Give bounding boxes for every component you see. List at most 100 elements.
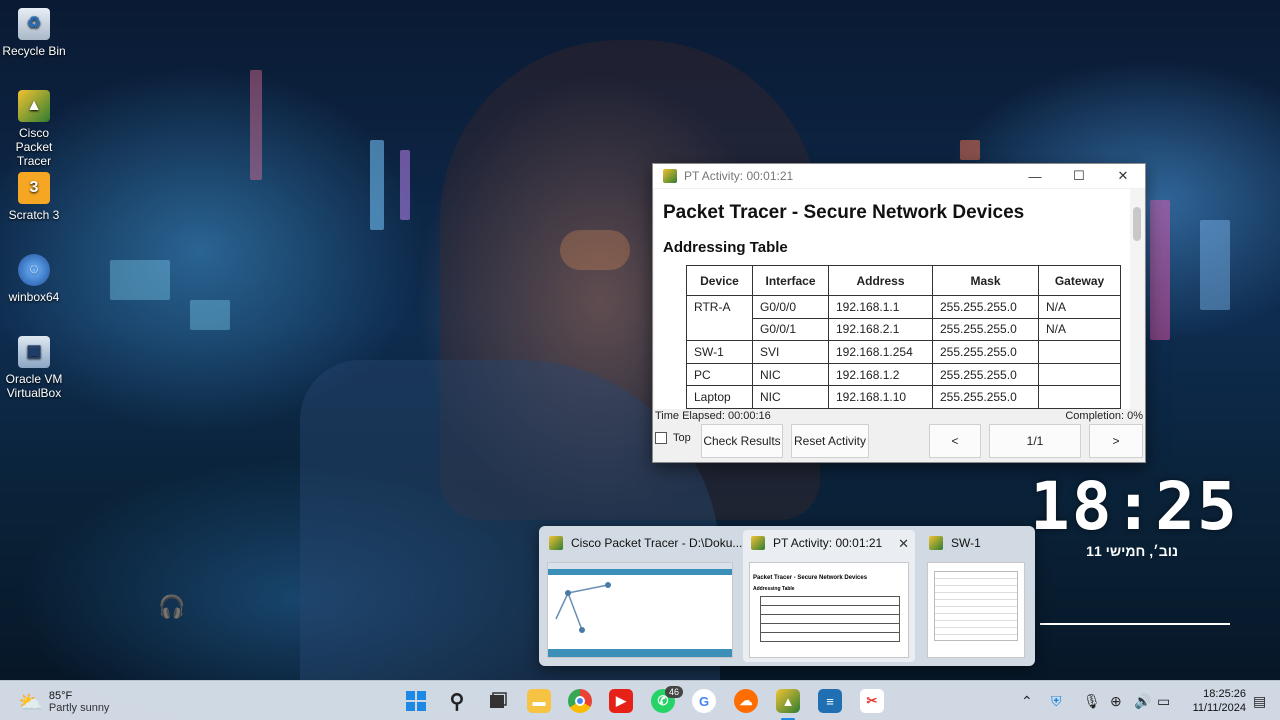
- check-results-button[interactable]: Check Results: [701, 424, 783, 458]
- close-button[interactable]: ✕: [1101, 168, 1145, 184]
- activity-footer: Time Elapsed: 00:00:16 Completion: 0% To…: [653, 410, 1145, 462]
- preview-title-row: Cisco Packet Tracer - D:\Doku...: [549, 536, 742, 550]
- column-header: Device: [686, 265, 753, 296]
- minimize-button[interactable]: —: [1013, 169, 1057, 184]
- column-header: Interface: [752, 265, 829, 296]
- vertical-scrollbar[interactable]: [1130, 189, 1144, 409]
- youtube-icon[interactable]: ▶: [609, 689, 633, 713]
- desktop-icon-label: Scratch 3: [8, 208, 60, 222]
- preview-title: Cisco Packet Tracer - D:\Doku...: [571, 536, 743, 550]
- cell-mask: 255.255.255.0: [932, 317, 1039, 342]
- clock-divider: [1040, 623, 1230, 625]
- cell-mask: 255.255.255.0: [932, 295, 1039, 319]
- cell-mask: 255.255.255.0: [932, 362, 1039, 387]
- packet-tracer-taskbar-icon[interactable]: ▲: [776, 689, 800, 713]
- battery-icon[interactable]: ▭: [1157, 693, 1170, 710]
- cell-gateway: [1038, 362, 1121, 387]
- window-title: PT Activity: 00:01:21: [684, 169, 794, 183]
- virtualbox-icon: ▣: [18, 336, 50, 368]
- preview-title-row: PT Activity: 00:01:21: [751, 536, 882, 550]
- google-icon[interactable]: G: [692, 689, 716, 713]
- pt-activity-window: PT Activity: 00:01:21 — ☐ ✕ Packet Trace…: [652, 163, 1146, 463]
- snipping-tool-icon[interactable]: ✂: [860, 689, 884, 713]
- top-checkbox-group[interactable]: Top: [655, 432, 691, 444]
- notifications-icon[interactable]: ▤: [1253, 693, 1266, 710]
- packet-tracer-icon: [751, 536, 765, 550]
- packet-tracer-icon: [549, 536, 563, 550]
- cell-address: 192.168.1.10: [828, 385, 933, 409]
- microphone-icon[interactable]: 🎙: [1083, 693, 1101, 710]
- next-page-button[interactable]: >: [1089, 424, 1143, 458]
- desktop-icon-cisco-packet-tracer[interactable]: ▲ Cisco Packet Tracer: [2, 90, 66, 168]
- cell-device: SW-1: [686, 340, 753, 364]
- preview-cisco-packet-tracer[interactable]: Cisco Packet Tracer - D:\Doku...: [541, 530, 742, 662]
- partly-sunny-icon: ⛅: [18, 691, 43, 714]
- show-hidden-icons-chevron-up-icon[interactable]: ⌃: [1021, 693, 1033, 710]
- task-view-icon[interactable]: [486, 689, 510, 713]
- preview-pt-activity[interactable]: PT Activity: 00:01:21 ✕ Packet Tracer - …: [743, 530, 915, 662]
- start-button[interactable]: [404, 689, 428, 713]
- desktop-icon-scratch[interactable]: 3 Scratch 3: [2, 172, 66, 222]
- completion-status: Completion: 0%: [1065, 410, 1143, 422]
- packet-tracer-icon: [663, 169, 677, 183]
- volume-icon[interactable]: 🔊: [1134, 693, 1151, 710]
- weather-desc: Partly sunny: [48, 702, 110, 714]
- headphones-icon: 🎧: [158, 594, 186, 619]
- cell-address: 192.168.1.254: [828, 340, 933, 364]
- desktop-clock-date: 11 נוב׳, חמישי: [1086, 543, 1178, 559]
- cell-device: PC: [686, 362, 753, 387]
- column-header: Address: [828, 265, 933, 296]
- previous-page-button[interactable]: <: [929, 424, 981, 458]
- time-elapsed: Time Elapsed: 00:00:16: [655, 410, 771, 422]
- preview-title: SW-1: [951, 536, 981, 550]
- cell-mask: 255.255.255.0: [932, 385, 1039, 409]
- chrome-icon[interactable]: [568, 689, 592, 713]
- weather-widget[interactable]: ⛅ 85°F Partly sunny: [18, 687, 109, 717]
- cell-gateway: N/A: [1038, 295, 1121, 319]
- instructions-pane[interactable]: Packet Tracer - Secure Network Devices A…: [654, 189, 1144, 409]
- preview-sw-1[interactable]: SW-1: [921, 530, 1031, 662]
- desktop-icon-recycle-bin[interactable]: ♻ Recycle Bin: [2, 8, 66, 58]
- page-indicator: 1/1: [989, 424, 1081, 458]
- scrollbar-thumb[interactable]: [1133, 207, 1141, 241]
- top-checkbox[interactable]: [655, 432, 667, 444]
- window-titlebar[interactable]: PT Activity: 00:01:21 — ☐ ✕: [653, 164, 1145, 188]
- desktop-clock-time: 18:25: [1030, 468, 1239, 545]
- reset-activity-button[interactable]: Reset Activity: [791, 424, 869, 458]
- cell-address: 192.168.1.1: [828, 295, 933, 319]
- preview-title-row: SW-1: [929, 536, 981, 550]
- cell-device: Laptop: [686, 385, 753, 409]
- thumb-subheading: Addressing Table: [753, 586, 795, 592]
- table-row: PC NIC 192.168.1.2 255.255.255.0: [686, 362, 1121, 387]
- system-date: 11/11/2024: [1192, 702, 1246, 714]
- notepad-icon[interactable]: ≡: [818, 689, 842, 713]
- weather-temp: 85°F: [48, 690, 73, 702]
- preview-close-button[interactable]: ✕: [898, 536, 909, 552]
- desktop-icon-virtualbox[interactable]: ▣ Oracle VM VirtualBox: [2, 336, 66, 400]
- column-header: Mask: [932, 265, 1039, 296]
- maximize-button[interactable]: ☐: [1057, 168, 1101, 184]
- cell-gateway: N/A: [1038, 317, 1121, 342]
- cisco-packet-tracer-icon: ▲: [18, 90, 50, 122]
- table-header-row: Device Interface Address Mask Gateway: [686, 265, 1121, 296]
- taskbar-preview-popup: Cisco Packet Tracer - D:\Doku... PT Acti…: [539, 526, 1035, 666]
- whatsapp-badge: 46: [665, 686, 684, 698]
- winbox-icon: ◌: [18, 254, 50, 286]
- cell-interface: G0/0/1: [752, 317, 829, 342]
- top-label: Top: [673, 432, 691, 444]
- cell-interface: G0/0/0: [752, 295, 829, 319]
- cell-interface: NIC: [752, 362, 829, 387]
- cell-address: 192.168.2.1: [828, 317, 933, 342]
- security-shield-icon[interactable]: ⛨: [1051, 693, 1062, 710]
- table-row: SW-1 SVI 192.168.1.254 255.255.255.0: [686, 340, 1121, 364]
- soundcloud-icon[interactable]: ☁: [734, 689, 758, 713]
- language-globe-icon[interactable]: ⊕: [1110, 693, 1122, 710]
- search-icon[interactable]: ⚲: [445, 689, 469, 713]
- thumb-heading: Packet Tracer - Secure Network Devices: [753, 575, 868, 581]
- table-row: Laptop NIC 192.168.1.10 255.255.255.0: [686, 385, 1121, 409]
- cell-device: RTR-A: [686, 294, 753, 342]
- preview-title: PT Activity: 00:01:21: [773, 536, 883, 550]
- system-clock[interactable]: 18:25:26 11/11/2024: [1182, 687, 1246, 715]
- desktop-icon-winbox[interactable]: ◌ winbox64: [2, 254, 66, 304]
- file-explorer-icon[interactable]: ▬: [527, 689, 551, 713]
